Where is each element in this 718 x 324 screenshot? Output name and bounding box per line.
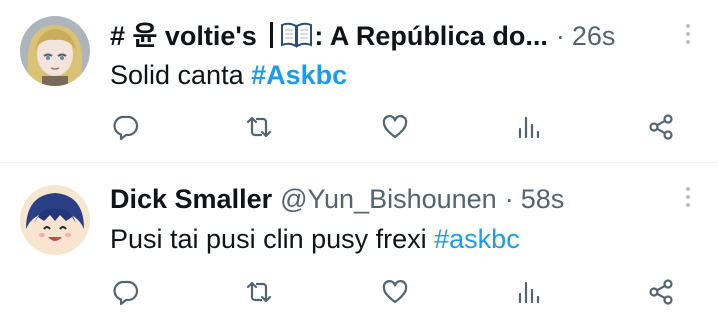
views-button[interactable]: [513, 111, 545, 143]
retweet-icon: [246, 116, 272, 138]
share-button[interactable]: [645, 276, 677, 308]
like-button[interactable]: [379, 276, 411, 308]
share-icon: [649, 279, 673, 305]
reply-button[interactable]: [109, 276, 141, 308]
avatar[interactable]: [20, 185, 90, 255]
timestamp[interactable]: 26s: [572, 19, 616, 53]
tweet-header: # 윤 voltie's : A República do... · 26s: [110, 19, 615, 53]
like-icon: [382, 115, 408, 139]
retweet-button[interactable]: [243, 276, 275, 308]
tweet-text: Pusi tai pusi clin pusy frexi #askbc: [110, 222, 520, 256]
reply-icon: [113, 280, 139, 306]
action-bar: [0, 111, 718, 143]
retweet-icon: [246, 281, 272, 303]
action-bar: [0, 276, 718, 308]
share-button[interactable]: [645, 111, 677, 143]
display-name[interactable]: # 윤 voltie's : A República do...: [110, 19, 548, 53]
tweet-body-text: Solid canta: [110, 60, 252, 90]
open-book-emoji-icon: [281, 22, 313, 48]
display-name-suffix: : A República do...: [314, 21, 548, 51]
reply-icon: [113, 115, 139, 141]
timestamp[interactable]: 58s: [521, 182, 565, 216]
user-handle[interactable]: @Yun_Bishounen: [280, 182, 497, 216]
views-button[interactable]: [513, 276, 545, 308]
hashtag-link[interactable]: #askbc: [434, 224, 520, 254]
display-name[interactable]: Dick Smaller: [110, 182, 272, 216]
more-icon[interactable]: [684, 24, 692, 48]
hashtag-link[interactable]: #Askbc: [251, 60, 347, 90]
separator-dot: ·: [504, 184, 514, 214]
tweet-2[interactable]: Dick Smaller @Yun_Bishounen · 58s Pusi t…: [0, 163, 718, 324]
tweet-text: Solid canta #Askbc: [110, 58, 347, 92]
views-icon: [518, 116, 540, 139]
tweet-body-text: Pusi tai pusi clin pusy frexi: [110, 224, 435, 254]
like-icon: [382, 280, 408, 304]
retweet-button[interactable]: [243, 111, 275, 143]
views-icon: [518, 281, 540, 304]
avatar[interactable]: [20, 16, 90, 86]
share-icon: [649, 114, 673, 140]
separator-dot: ·: [555, 21, 565, 51]
tweet-header: Dick Smaller @Yun_Bishounen · 58s: [110, 182, 564, 216]
tweet-1[interactable]: # 윤 voltie's : A República do... · 26s S…: [0, 0, 718, 163]
display-name-prefix: # 윤 voltie's: [110, 21, 265, 51]
like-button[interactable]: [379, 111, 411, 143]
separator-bar: [270, 22, 274, 48]
more-icon[interactable]: [684, 187, 692, 211]
reply-button[interactable]: [109, 111, 141, 143]
